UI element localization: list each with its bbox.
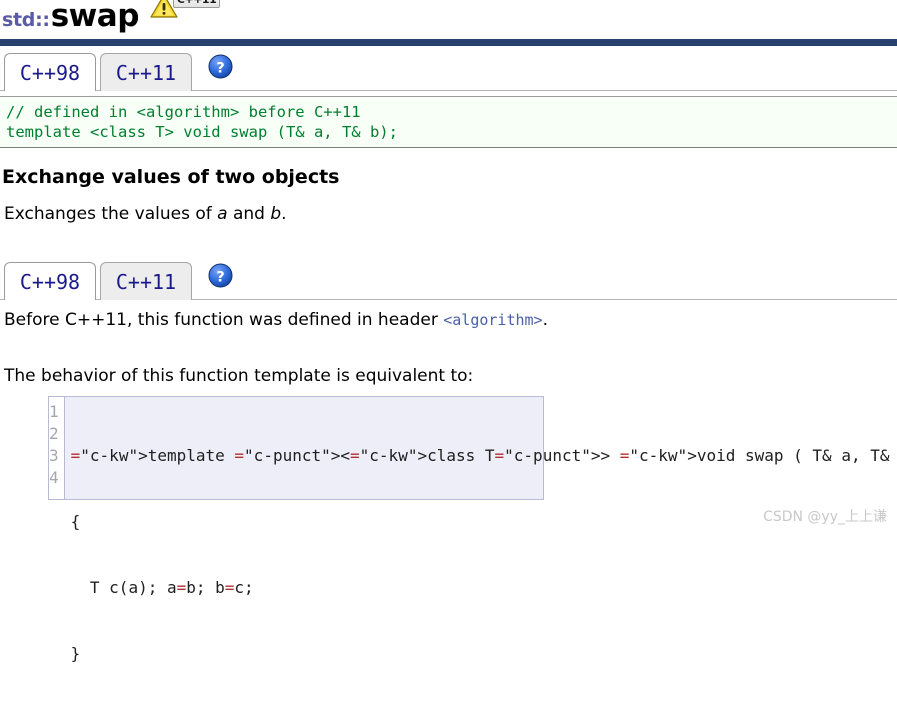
summary-text-middle: and [227, 204, 271, 224]
summary-heading: Exchange values of two objects [2, 166, 340, 188]
svg-text:?: ? [216, 60, 224, 76]
code-line: } [70, 644, 81, 663]
equivalent-code-block: 1 2 3 4 ="c-kw">template ="c-punct"><="c… [48, 396, 889, 663]
prototype-tabs-row: C++98 C++11 ? [4, 53, 233, 91]
summary-text-before: Exchanges the values of [4, 204, 218, 224]
tab-label: C++98 [19, 269, 81, 294]
code-line-numbers: 1 2 3 4 [49, 397, 65, 499]
page-title-name: swap [50, 0, 140, 34]
tab-label: C++98 [19, 60, 81, 85]
description-paragraph-1: Before C++11, this function was defined … [4, 310, 548, 330]
prototype-comment-line: // defined in <algorithm> before C++11 [6, 103, 361, 121]
description-paragraph-2: The behavior of this function template i… [4, 366, 474, 386]
description-tabbar: C++98 C++11 ? [0, 255, 897, 300]
description-paragraph-1-after: . [542, 310, 548, 330]
code-line: T c(a); a=b; b=c; [70, 578, 254, 597]
tab-label: C++11 [115, 60, 177, 85]
algorithm-header-reference: <algorithm> [443, 311, 543, 329]
tab-label: C++11 [115, 269, 177, 294]
tab-cpp98-description[interactable]: C++98 [4, 262, 96, 300]
code-content: ="c-kw">template ="c-punct"><="c-kw">cla… [65, 397, 897, 663]
cpp-standard-badge: C++11 [172, 0, 221, 8]
code-line: ="c-kw">template ="c-punct"><="c-kw">cla… [70, 446, 890, 465]
prototype-tabbar: C++98 C++11 ? [0, 46, 897, 91]
tab-cpp11-description[interactable]: C++11 [100, 262, 192, 300]
page-title: std:: swap C++11 [2, 0, 221, 36]
title-badges: C++11 [149, 0, 221, 20]
page-title-namespace: std:: [2, 9, 50, 31]
watermark: CSDN @yy_上上谦 [763, 509, 887, 525]
summary-text: Exchanges the values of a and b. [4, 204, 287, 224]
help-question-icon[interactable]: ? [196, 263, 233, 300]
summary-var-a: a [217, 204, 228, 224]
summary-text-after: . [281, 204, 287, 224]
header-divider-bar [0, 39, 897, 46]
svg-text:?: ? [216, 269, 224, 285]
tab-cpp11-prototype[interactable]: C++11 [100, 53, 192, 91]
description-paragraph-1-before: Before C++11, this function was defined … [4, 310, 444, 330]
summary-var-b: b [270, 204, 282, 224]
prototype-signature-line: template <class T> void swap (T& a, T& b… [6, 123, 398, 141]
tab-cpp98-prototype[interactable]: C++98 [4, 53, 96, 91]
help-question-icon[interactable]: ? [196, 54, 233, 91]
prototype-source-block: // defined in <algorithm> before C++11 t… [0, 96, 897, 148]
description-tabs-row: C++98 C++11 ? [4, 262, 233, 300]
